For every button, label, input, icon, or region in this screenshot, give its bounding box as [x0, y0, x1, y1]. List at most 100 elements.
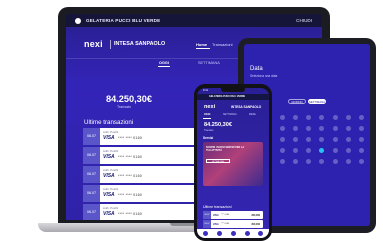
card-number: **** **** 0160 [118, 174, 142, 178]
visa-icon: VISA [103, 192, 115, 198]
calendar-day[interactable] [319, 115, 325, 120]
calendar-day[interactable] [345, 126, 351, 131]
phone-screen: 9:41 GELATERIA PUCCI BLU VERDE nexi INTE… [197, 88, 269, 238]
visa-icon: VISA [213, 223, 219, 226]
shop-name: GELATERIA PUCCI BLU VERDE [86, 18, 161, 23]
partner-logo: INTESA SANPAOLO [231, 105, 262, 109]
calendar-day[interactable] [280, 137, 285, 142]
transaction-date: 06.07 [83, 204, 100, 220]
transaction-amount: 300,00€ [251, 223, 260, 226]
phone-shop-name: GELATERIA PUCCI BLU VERDE [197, 94, 269, 100]
nav-transactions[interactable]: Transazioni [212, 42, 233, 47]
tab-week[interactable]: SETTIMANA [198, 61, 220, 65]
transaction-desc: Auth. Pos01 [103, 168, 119, 172]
calendar-week-row [280, 137, 364, 142]
calendar-day[interactable] [332, 115, 338, 120]
transaction-date: 06.07 [83, 147, 100, 164]
calendar-day[interactable] [293, 115, 299, 120]
calendar-day[interactable] [280, 159, 285, 164]
transaction-date: 06.07 [83, 166, 100, 183]
calendar-week-row [280, 159, 364, 164]
calendar-day[interactable] [358, 159, 364, 164]
calendar-day[interactable] [280, 115, 285, 120]
transaction-row[interactable]: 06.07 VISA **** 0160 300,00€ [203, 220, 263, 228]
transaction-row[interactable]: 06.07 VISA **** 0160 260,00€ [203, 211, 263, 219]
period-week-button[interactable]: SETTIMANA [308, 99, 326, 104]
total-amount: 84.250,30€ [106, 94, 152, 104]
calendar-day[interactable] [332, 126, 338, 131]
transaction-date: 06.07 [83, 128, 100, 145]
nexi-logo[interactable]: nexi [84, 39, 103, 49]
transaction-date: 06.07 [203, 211, 211, 219]
nav-home[interactable]: Home [196, 42, 207, 47]
close-link[interactable]: CHIUDI [296, 14, 312, 27]
calendar-day[interactable] [280, 126, 285, 131]
calendar-week-row [280, 126, 364, 131]
calendar-day[interactable] [358, 115, 364, 120]
nexi-logo[interactable]: nexi [204, 104, 215, 110]
status-time: 9:41 [203, 89, 209, 92]
total-amount-label: Transato [204, 129, 214, 132]
card-number: **** **** 0160 [118, 136, 142, 140]
menu-icon[interactable] [258, 231, 263, 236]
promo-button[interactable]: ATTIVA ORA [206, 159, 230, 163]
calendar-day[interactable] [293, 126, 299, 131]
calendar-day[interactable] [345, 115, 351, 120]
tab-today[interactable]: OGGI [204, 113, 210, 116]
total-amount: 84.250,30€ [204, 122, 232, 128]
tab-month[interactable]: MESE [249, 113, 256, 116]
calendar-day[interactable] [319, 159, 325, 164]
calendar-day[interactable] [345, 159, 351, 164]
bell-icon[interactable] [245, 231, 250, 236]
section-title: Ultime transazioni [203, 205, 232, 209]
brand-separator [110, 40, 111, 49]
calendar-day[interactable] [358, 137, 364, 142]
home-icon[interactable] [203, 231, 208, 236]
calendar-day[interactable] [358, 148, 364, 153]
card-number: **** 0160 [221, 223, 230, 225]
total-amount-label: Transato [117, 105, 132, 109]
list-icon[interactable] [217, 231, 222, 236]
calendar-day[interactable] [293, 137, 299, 142]
phone-tabs: OGGI SETTIMANA MESE [197, 113, 269, 119]
card-number: **** **** 0160 [118, 155, 142, 159]
calendar-day[interactable] [306, 148, 312, 153]
transaction-desc: Auth. Pos01 [103, 206, 119, 210]
nav-active-indicator [196, 48, 210, 49]
tab-week[interactable]: SETTIMANA [223, 113, 237, 116]
bottom-nav-bar [197, 229, 269, 238]
transaction-desc: Auth. Pos01 [103, 149, 119, 153]
calendar-day[interactable] [293, 148, 299, 153]
shop-logo-icon [75, 18, 81, 24]
promo-text: SCOPRI I NUOVI SERVIZI PER LA TUA ATTIVI… [206, 146, 244, 152]
calendar-day[interactable] [345, 148, 351, 153]
calendar-day-selected[interactable] [319, 148, 325, 153]
tab-active-indicator [158, 66, 170, 67]
period-day-button[interactable]: GIORNO [288, 99, 306, 104]
calendar-day[interactable] [306, 137, 312, 142]
card-number: **** 0160 [221, 214, 230, 216]
calendar-day[interactable] [306, 126, 312, 131]
calendar-day[interactable] [332, 148, 338, 153]
chart-icon[interactable] [231, 231, 236, 236]
transaction-date: 06.07 [83, 185, 100, 202]
calendar-day[interactable] [306, 159, 312, 164]
calendar-day[interactable] [358, 126, 364, 131]
transaction-desc: Auth. Pos01 [103, 187, 119, 191]
calendar-day[interactable] [345, 137, 351, 142]
transaction-desc: Auth. Pos01 [103, 130, 119, 134]
visa-icon: VISA [213, 214, 219, 217]
tab-today[interactable]: OGGI [159, 61, 169, 65]
calendar-day[interactable] [280, 148, 285, 153]
tab-active-indicator [203, 118, 211, 119]
calendar-day[interactable] [332, 159, 338, 164]
calendar-day[interactable] [293, 159, 299, 164]
calendar-day[interactable] [332, 137, 338, 142]
visa-icon: VISA [103, 173, 115, 179]
promo-banner[interactable]: SCOPRI I NUOVI SERVIZI PER LA TUA ATTIVI… [203, 142, 263, 186]
calendar-day[interactable] [306, 115, 312, 120]
calendar-grid [280, 115, 364, 170]
date-picker-subtitle: Seleziona una data [250, 74, 278, 78]
calendar-day[interactable] [319, 137, 325, 142]
calendar-day[interactable] [319, 126, 325, 131]
